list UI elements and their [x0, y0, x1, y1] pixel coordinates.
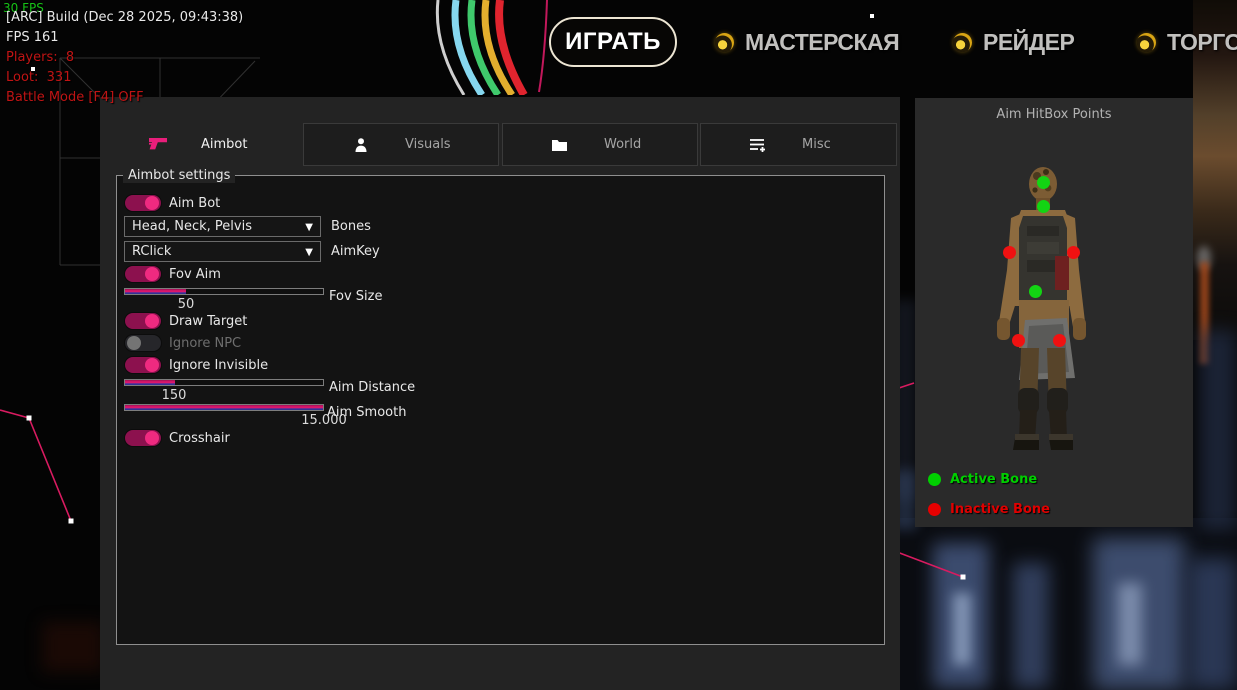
draw-target-toggle[interactable]	[124, 312, 162, 330]
aimkey-dropdown[interactable]: RClick ▼	[124, 241, 321, 262]
tab-label: Misc	[802, 137, 831, 152]
monument-shape	[1199, 330, 1237, 530]
fps-readout: FPS 161	[6, 30, 59, 45]
nav-item-trader[interactable]: ТОРГО	[1137, 30, 1237, 54]
play-button[interactable]: ИГРАТЬ	[549, 17, 677, 67]
nav-item-workshop[interactable]: МАСТЕРСКАЯ	[715, 30, 899, 54]
players-counter: Players: 8	[6, 50, 74, 65]
nav-item-label: ТОРГО	[1167, 29, 1237, 56]
bones-dropdown[interactable]: Head, Neck, Pelvis ▼	[124, 216, 321, 237]
nav-item-label: МАСТЕРСКАЯ	[745, 29, 899, 56]
aim-smooth-value: 15.000	[301, 413, 347, 428]
crosshair-toggle[interactable]	[124, 429, 162, 447]
monument-highlight	[1118, 583, 1142, 665]
ignore-invisible-toggle[interactable]	[124, 356, 162, 374]
legend-active-bone: Active Bone	[928, 472, 1037, 487]
aim-distance-value: 150	[162, 388, 187, 403]
hitbox-point-right-thigh[interactable]	[1053, 334, 1066, 347]
esp-node	[961, 575, 966, 580]
monument-highlight	[953, 593, 971, 665]
background-orange-streak	[1200, 262, 1209, 364]
sliders-icon	[749, 136, 766, 153]
slider-fill	[125, 405, 323, 410]
monument-shape	[1013, 563, 1049, 688]
battle-mode-status: Battle Mode [F4] OFF	[6, 90, 144, 105]
aim-distance-label: Aim Distance	[329, 380, 415, 395]
folder-icon	[551, 136, 568, 153]
active-bone-dot	[928, 473, 941, 486]
hitbox-point-head[interactable]	[1037, 176, 1050, 189]
ignore-invisible-label: Ignore Invisible	[169, 358, 268, 373]
dropdown-arrow-icon: ▼	[305, 218, 313, 237]
slider-fill	[125, 289, 186, 294]
fov-aim-label: Fov Aim	[169, 267, 221, 282]
background-gray-glow	[1197, 246, 1211, 270]
ignore-npc-toggle[interactable]	[124, 334, 162, 352]
fov-size-slider[interactable]	[124, 288, 324, 295]
slider-fill	[125, 380, 175, 385]
legend-label: Inactive Bone	[950, 502, 1050, 517]
esp-node	[27, 416, 32, 421]
ignore-npc-label: Ignore NPC	[169, 336, 241, 351]
hitbox-points-layer	[915, 98, 1193, 527]
fov-size-label: Fov Size	[329, 289, 382, 304]
tab-world[interactable]: World	[502, 123, 698, 166]
build-info: [ARC] Build (Dec 28 2025, 09:43:38)	[6, 10, 243, 25]
inactive-bone-dot	[928, 503, 941, 516]
coin-icon	[715, 33, 734, 52]
esp-vertical-line	[539, 0, 547, 92]
tab-label: World	[604, 137, 641, 152]
fov-size-value: 50	[178, 297, 195, 312]
game-screen: 30 FPS [ARC] Build (Dec 28 2025, 09:43:3…	[0, 0, 1237, 690]
coin-icon	[1137, 33, 1156, 52]
aimkey-dropdown-value: RClick	[132, 244, 171, 259]
bones-label: Bones	[331, 219, 371, 234]
hitbox-point-pelvis[interactable]	[1029, 285, 1042, 298]
aimbot-settings-group: Aimbot settings Aim Bot Head, Neck, Pelv…	[116, 175, 885, 645]
bones-dropdown-value: Head, Neck, Pelvis	[132, 219, 252, 234]
cheat-menu-panel: Aimbot Visuals World Misc Aimbot setting…	[100, 97, 900, 690]
esp-node	[870, 14, 874, 18]
fov-aim-toggle[interactable]	[124, 265, 162, 283]
hitbox-point-left-shoulder[interactable]	[1003, 246, 1016, 259]
draw-target-label: Draw Target	[169, 314, 247, 329]
esp-tracer-line	[897, 552, 963, 577]
legend-label: Active Bone	[950, 472, 1037, 487]
coin-icon	[953, 33, 972, 52]
nav-item-raider[interactable]: РЕЙДЕР	[953, 30, 1074, 54]
tab-misc[interactable]: Misc	[700, 123, 897, 166]
pistol-icon	[148, 135, 168, 155]
hitbox-point-neck[interactable]	[1037, 200, 1050, 213]
background-monument	[898, 518, 1237, 690]
esp-node	[69, 519, 74, 524]
tab-label: Visuals	[405, 137, 451, 152]
bottom-left-tint	[42, 622, 104, 672]
group-title: Aimbot settings	[123, 168, 235, 183]
aimkey-label: AimKey	[331, 244, 380, 259]
legend-inactive-bone: Inactive Bone	[928, 502, 1050, 517]
dropdown-arrow-icon: ▼	[305, 243, 313, 262]
monument-shape	[933, 543, 989, 688]
aim-smooth-slider[interactable]	[124, 404, 324, 411]
hitbox-panel: Aim HitBox Points	[915, 98, 1193, 527]
person-icon	[352, 136, 369, 153]
aim-bot-label: Aim Bot	[169, 196, 220, 211]
monument-shape	[1188, 558, 1237, 690]
hitbox-point-left-thigh[interactable]	[1012, 334, 1025, 347]
tab-visuals[interactable]: Visuals	[303, 123, 499, 166]
loot-counter: Loot: 331	[6, 70, 71, 85]
monument-shape	[1093, 538, 1185, 690]
aim-bot-toggle[interactable]	[124, 194, 162, 212]
aim-distance-slider[interactable]	[124, 379, 324, 386]
tab-aimbot[interactable]: Aimbot	[100, 123, 303, 166]
esp-tracer-line	[0, 410, 71, 521]
nav-item-label: РЕЙДЕР	[983, 29, 1074, 56]
hitbox-point-right-shoulder[interactable]	[1067, 246, 1080, 259]
rainbow-art	[424, 0, 559, 95]
crosshair-label: Crosshair	[169, 431, 230, 446]
tab-label: Aimbot	[201, 137, 247, 152]
